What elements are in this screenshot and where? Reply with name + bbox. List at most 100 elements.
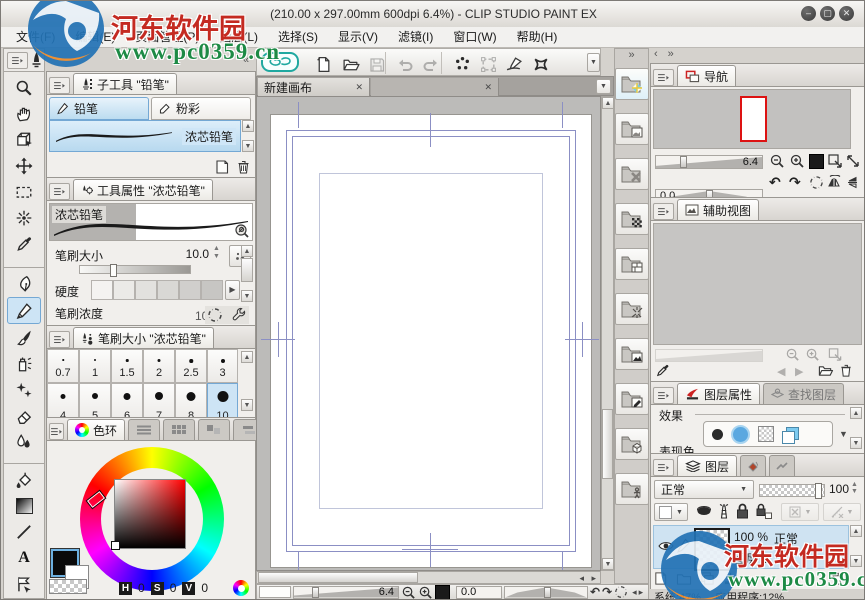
brush-detail-button[interactable] <box>234 223 250 239</box>
scroll-right-icon[interactable]: ▸ <box>591 574 596 583</box>
color-set-tab[interactable] <box>163 419 195 440</box>
reset-all-settings-button[interactable] <box>207 307 223 323</box>
brush-size-scrollbar[interactable]: ▲ ▼ <box>241 351 254 413</box>
nav-reset-rotation-button[interactable] <box>809 175 824 190</box>
size-cell-2[interactable]: 2 <box>143 349 175 383</box>
menu-layer[interactable]: 图层(L) <box>210 27 267 47</box>
blend-mode-select[interactable]: 正常 ▼ <box>654 480 754 499</box>
menu-filter[interactable]: 滤镜(I) <box>389 27 442 47</box>
tool-airbrush[interactable] <box>8 351 40 376</box>
subview-preview-area[interactable] <box>653 223 862 345</box>
layer-fill-tab[interactable] <box>740 455 766 476</box>
subtool-tab-pencil[interactable]: 铅笔 <box>49 97 149 120</box>
menu-edit[interactable]: 编辑(E) <box>66 27 124 47</box>
size-cell-10-selected[interactable]: 10 <box>207 383 238 417</box>
subview-tab[interactable]: 辅助视图 <box>677 199 759 220</box>
scroll-up-icon[interactable]: ▲ <box>602 97 614 109</box>
draft-layer-button[interactable] <box>695 503 713 520</box>
canvas-rotation-slider[interactable] <box>504 586 588 599</box>
transfer-layer-button[interactable] <box>700 571 715 586</box>
navigator-preview[interactable] <box>653 89 851 149</box>
rotate-cw-button[interactable]: ↷ <box>602 585 612 599</box>
navigator-menu-button[interactable] <box>653 69 674 86</box>
tool-ruler[interactable] <box>8 571 40 596</box>
canvas-viewport[interactable] <box>256 96 601 571</box>
ruler-range-button[interactable]: ▼ <box>823 503 861 521</box>
brush-size-slider[interactable] <box>79 265 191 274</box>
tab-close-icon[interactable]: ✕ <box>484 83 492 92</box>
subview-fit-button[interactable] <box>827 347 843 362</box>
document-tab-active[interactable]: 新建画布 ✕ <box>258 78 370 96</box>
size-cell-4[interactable]: 4 <box>47 383 79 417</box>
layer-property-scrollbar[interactable]: ▲ ▼ <box>850 407 863 451</box>
layer-panel-tab[interactable]: 图层 <box>677 455 737 476</box>
scroll-down-icon[interactable]: ▼ <box>241 399 253 411</box>
tab-close-icon[interactable]: ✕ <box>355 83 363 92</box>
material-folder-monochrome-pattern[interactable] <box>615 113 649 145</box>
merge-down-button[interactable] <box>723 571 738 586</box>
layer-comp-tab[interactable] <box>769 455 795 476</box>
tool-auto-select[interactable] <box>8 205 40 230</box>
scroll-down-icon[interactable]: ▼ <box>241 290 253 302</box>
expand-right-panels-button[interactable]: » <box>668 48 674 62</box>
close-button[interactable]: ✕ <box>839 6 854 21</box>
tab-list-button[interactable]: ▼ <box>596 79 611 94</box>
palette-color-button[interactable]: ▼ <box>654 503 688 521</box>
material-folder-image[interactable] <box>615 338 649 370</box>
redo-button[interactable] <box>415 52 447 77</box>
subtool-panel-menu-button[interactable] <box>49 77 70 94</box>
size-cell-7[interactable]: 7 <box>143 383 175 417</box>
maximize-button[interactable]: ▢ <box>820 6 835 21</box>
lock-transparent-button[interactable] <box>755 502 773 520</box>
tool-blend[interactable] <box>8 429 40 454</box>
menu-page-manage[interactable]: 页面管理(P) <box>126 27 208 47</box>
brush-size-slider-handle[interactable] <box>110 264 117 277</box>
canvas-vscrollbar[interactable]: ▲ ▼ <box>601 96 614 571</box>
nav-zoom-out-button[interactable] <box>769 153 785 169</box>
material-folder-unset[interactable] <box>615 158 649 190</box>
layer-panel-menu-button[interactable] <box>653 459 674 476</box>
size-cell-8[interactable]: 8 <box>175 383 207 417</box>
scroll-down-icon[interactable]: ▼ <box>850 555 862 567</box>
new-layer-button[interactable] <box>653 571 668 586</box>
brush-size-stepper[interactable]: ▲ ▼ <box>213 245 220 260</box>
stepper-down-icon[interactable]: ▼ <box>851 488 858 495</box>
material-folder-brush[interactable] <box>615 383 649 415</box>
tool-figure[interactable] <box>8 519 40 544</box>
sv-square[interactable] <box>114 479 186 549</box>
tool-brush[interactable] <box>8 325 40 350</box>
subview-zoom-out-button[interactable] <box>785 347 800 362</box>
layer-property-tab[interactable]: 图层属性 <box>677 383 760 404</box>
size-cell-1-5[interactable]: 1.5 <box>111 349 143 383</box>
lock-layer-button[interactable] <box>735 502 750 520</box>
material-folder-frame-template[interactable] <box>615 248 649 280</box>
subtool-tab-pastel[interactable]: 粉彩 <box>151 97 251 120</box>
collapse-left-panels-button[interactable]: « <box>239 51 253 69</box>
scroll-down-icon[interactable]: ▼ <box>602 558 614 570</box>
tool-settings-button[interactable] <box>231 307 247 323</box>
scroll-up-icon[interactable]: ▲ <box>242 120 254 132</box>
size-cell-5[interactable]: 5 <box>79 383 111 417</box>
size-cell-3[interactable]: 3 <box>207 349 238 383</box>
stepper-up-icon[interactable]: ▲ <box>213 245 220 252</box>
material-folder-color-pattern[interactable] <box>615 68 649 100</box>
tool-fill[interactable] <box>8 467 40 492</box>
clip-to-layer-button[interactable]: ▼ <box>781 503 819 521</box>
layer-thumbnail[interactable] <box>694 528 730 571</box>
canvas-zoom-out-button[interactable] <box>401 585 416 600</box>
reset-rotation-button[interactable] <box>614 585 628 599</box>
layer-list-scrollbar[interactable]: ▲ ▼ <box>850 525 863 569</box>
navigator-tab[interactable]: 导航 <box>677 65 736 86</box>
size-cell-6[interactable]: 6 <box>111 383 143 417</box>
transparent-color-swatch[interactable] <box>49 579 87 594</box>
delete-layer-button[interactable] <box>830 571 844 586</box>
menu-select[interactable]: 选择(S) <box>269 27 327 47</box>
color-panel-menu-button[interactable] <box>49 423 64 440</box>
scroll-down-icon[interactable]: ▼ <box>850 437 862 449</box>
canvas-zoom-in-button[interactable] <box>418 585 433 600</box>
intermediate-color-tab[interactable] <box>198 419 230 440</box>
navigator-zoom-slider[interactable]: 6.4 <box>655 155 763 169</box>
color-slider-tab[interactable] <box>128 419 160 440</box>
size-cell-1[interactable]: 1 <box>79 349 111 383</box>
material-folder-tone[interactable] <box>615 203 649 235</box>
